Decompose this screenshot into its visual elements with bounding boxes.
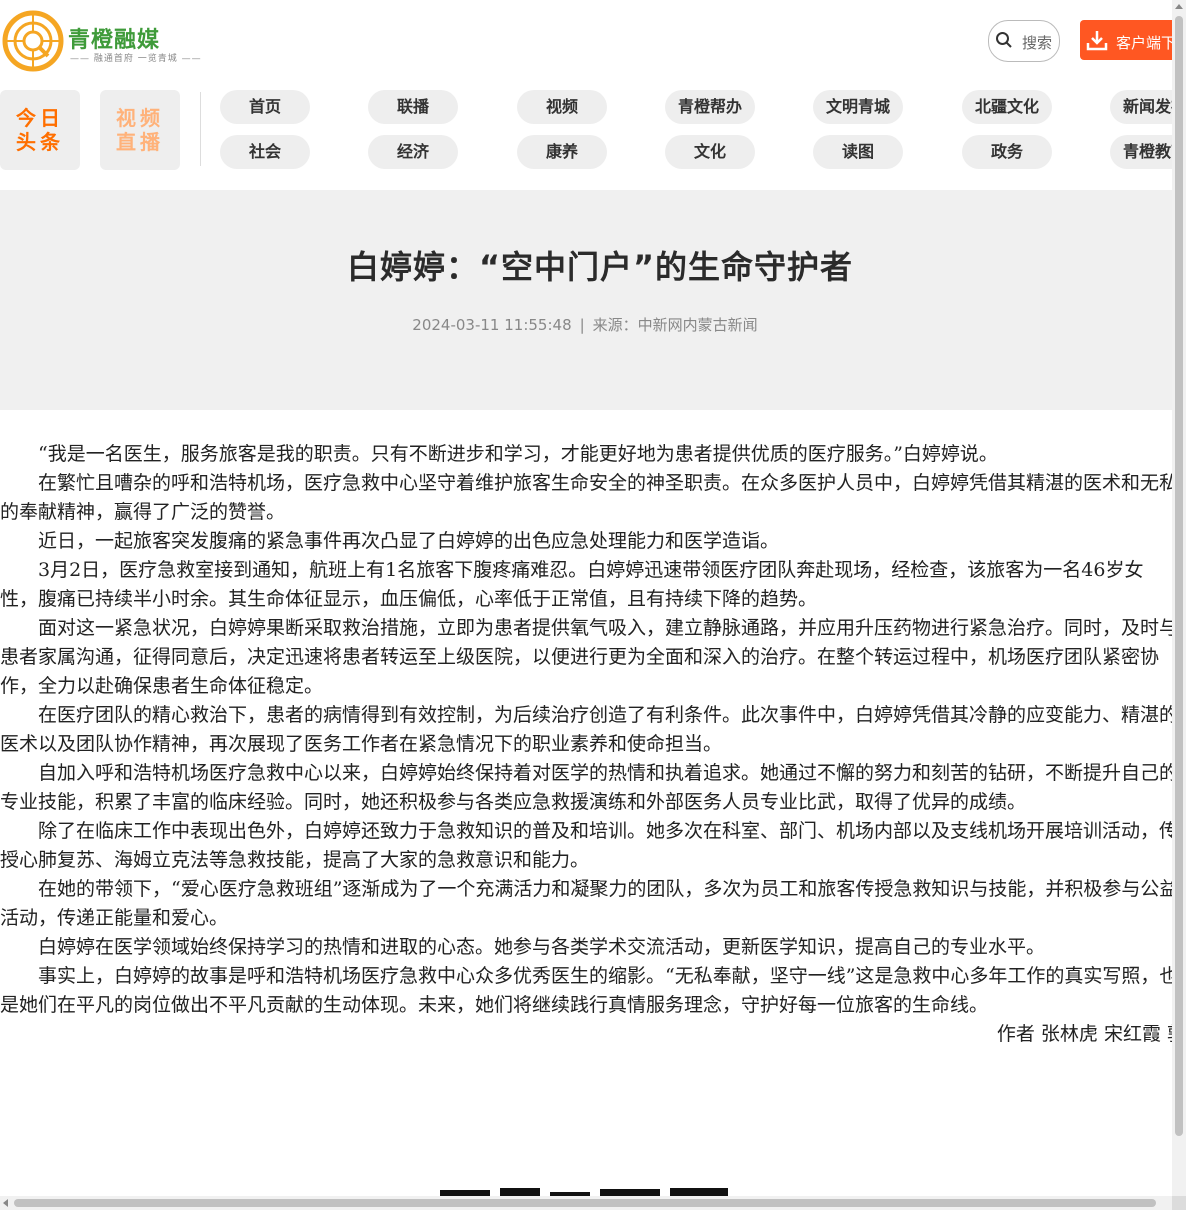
nav-item-civilization[interactable]: 文明青城 — [813, 90, 903, 124]
meta-separator: | — [579, 316, 585, 334]
feature-label-line: 直播 — [116, 130, 164, 154]
brand-name[interactable]: 青橙融媒 — [68, 22, 160, 54]
nav-item-health[interactable]: 康养 — [517, 135, 607, 169]
vertical-scrollbar-thumb[interactable] — [1175, 16, 1183, 1136]
nav-divider — [200, 92, 201, 166]
article-content: “我是一名医生，服务旅客是我的职责。只有不断进步和学习，才能更好地为患者提供优质… — [0, 440, 1172, 1060]
article-title: 白婷婷：“空中门户”的生命守护者 — [346, 248, 854, 286]
feature-label-line: 头条 — [16, 130, 64, 154]
article-paragraph: 在医疗团队的精心救治下，患者的病情得到有效控制，为后续治疗创造了有利条件。此次事… — [0, 704, 1172, 755]
article-source: 来源：中新网内蒙古新闻 — [592, 316, 758, 334]
search-label: 搜索 — [1022, 34, 1053, 52]
article-paragraph: 面对这一紧急状况，白婷婷果断采取救治措施，立即为患者提供氧气吸入，建立静脉通路，… — [0, 617, 1172, 697]
search-button[interactable]: 搜索 — [988, 20, 1060, 62]
qingcheng-logo-icon[interactable] — [2, 10, 64, 72]
nav-item-society[interactable]: 社会 — [220, 135, 310, 169]
client-download-label: 客户端下载 — [1116, 34, 1172, 52]
scroll-up-arrow-icon[interactable] — [1175, 4, 1183, 9]
article-paragraph: 3月2日，医疗急救室接到通知，航班上有1名旅客下腹疼痛难忍。白婷婷迅速带领医疗团… — [0, 559, 1144, 610]
feature-video-live[interactable]: 视频 直播 — [100, 90, 180, 170]
horizontal-scrollbar[interactable] — [0, 1196, 1172, 1210]
feature-label-line: 今日 — [16, 106, 64, 130]
nav-item-education[interactable]: 青橙教育 — [1110, 135, 1172, 169]
nav-item-northern-culture[interactable]: 北疆文化 — [962, 90, 1052, 124]
article-paragraph: 在繁忙且嘈杂的呼和浩特机场，医疗急救中心坚守着维护旅客生命安全的神圣职责。在众多… — [0, 472, 1172, 523]
article-paragraph: “我是一名医生，服务旅客是我的职责。只有不断进步和学习，才能更好地为患者提供优质… — [38, 443, 998, 465]
article-author: 作者 张林虎 宋红霞 郭 — [996, 1023, 1172, 1045]
article-paragraph: 在她的带领下，“爱心医疗急救班组”逐渐成为了一个充满活力和凝聚力的团队，多次为员… — [0, 878, 1172, 929]
nav-item-economy[interactable]: 经济 — [368, 135, 458, 169]
nav-item-culture[interactable]: 文化 — [665, 135, 755, 169]
site-header: 青橙融媒 —— 融通首府 一览青城 —— 搜索 客户端下载 — [0, 0, 1172, 81]
article-meta: 2024-03-11 11:55:48 | 来源：中新网内蒙古新闻 — [0, 314, 1170, 335]
horizontal-scrollbar-thumb[interactable] — [14, 1199, 1156, 1207]
article-paragraph: 自加入呼和浩特机场医疗急救中心以来，白婷婷始终保持着对医学的热情和执着追求。她通… — [0, 762, 1172, 813]
nav-item-press-release[interactable]: 新闻发布 — [1110, 90, 1172, 124]
article-paragraph: 除了在临床工作中表现出色外，白婷婷还致力于急救知识的普及和培训。她多次在科室、部… — [0, 820, 1172, 871]
article-header: 白婷婷：“空中门户”的生命守护者 2024-03-11 11:55:48 | 来源：… — [0, 190, 1172, 410]
nav-item-help[interactable]: 青橙帮办 — [665, 90, 755, 124]
article-paragraph: 事实上，白婷婷的故事是呼和浩特机场医疗急救中心众多优秀医生的缩影。“无私奉献，坚… — [0, 965, 1172, 1016]
vertical-scrollbar[interactable] — [1172, 0, 1186, 1196]
article-datetime: 2024-03-11 11:55:48 — [412, 316, 572, 334]
feature-label-line: 视频 — [116, 106, 164, 130]
nav-item-home[interactable]: 首页 — [220, 90, 310, 124]
article-paragraph: 白婷婷在医学领域始终保持学习的热情和进取的心态。她参与各类学术交流活动，更新医学… — [38, 936, 1046, 958]
nav-item-video[interactable]: 视频 — [517, 90, 607, 124]
article-paragraph: 近日，一起旅客突发腹痛的紧急事件再次凸显了白婷婷的出色应急处理能力和医学造诣。 — [38, 530, 780, 552]
nav-item-photos[interactable]: 读图 — [813, 135, 903, 169]
main-nav: 今日 头条 视频 直播 首页 社会 联播 经济 视频 康养 青橙帮办 文化 文明… — [0, 80, 1172, 180]
feature-today-headlines[interactable]: 今日 头条 — [0, 90, 80, 170]
search-icon — [996, 32, 1012, 48]
nav-item-broadcast[interactable]: 联播 — [368, 90, 458, 124]
brand-slogan: —— 融通首府 一览青城 —— — [70, 54, 202, 64]
scroll-left-arrow-icon[interactable] — [3, 1199, 8, 1207]
scrollbar-corner — [1172, 1196, 1186, 1210]
article-body: “我是一名医生，服务旅客是我的职责。只有不断进步和学习，才能更好地为患者提供优质… — [0, 440, 1172, 1049]
nav-item-government[interactable]: 政务 — [962, 135, 1052, 169]
client-download-button[interactable]: 客户端下载 — [1080, 20, 1172, 60]
download-icon — [1086, 31, 1108, 51]
